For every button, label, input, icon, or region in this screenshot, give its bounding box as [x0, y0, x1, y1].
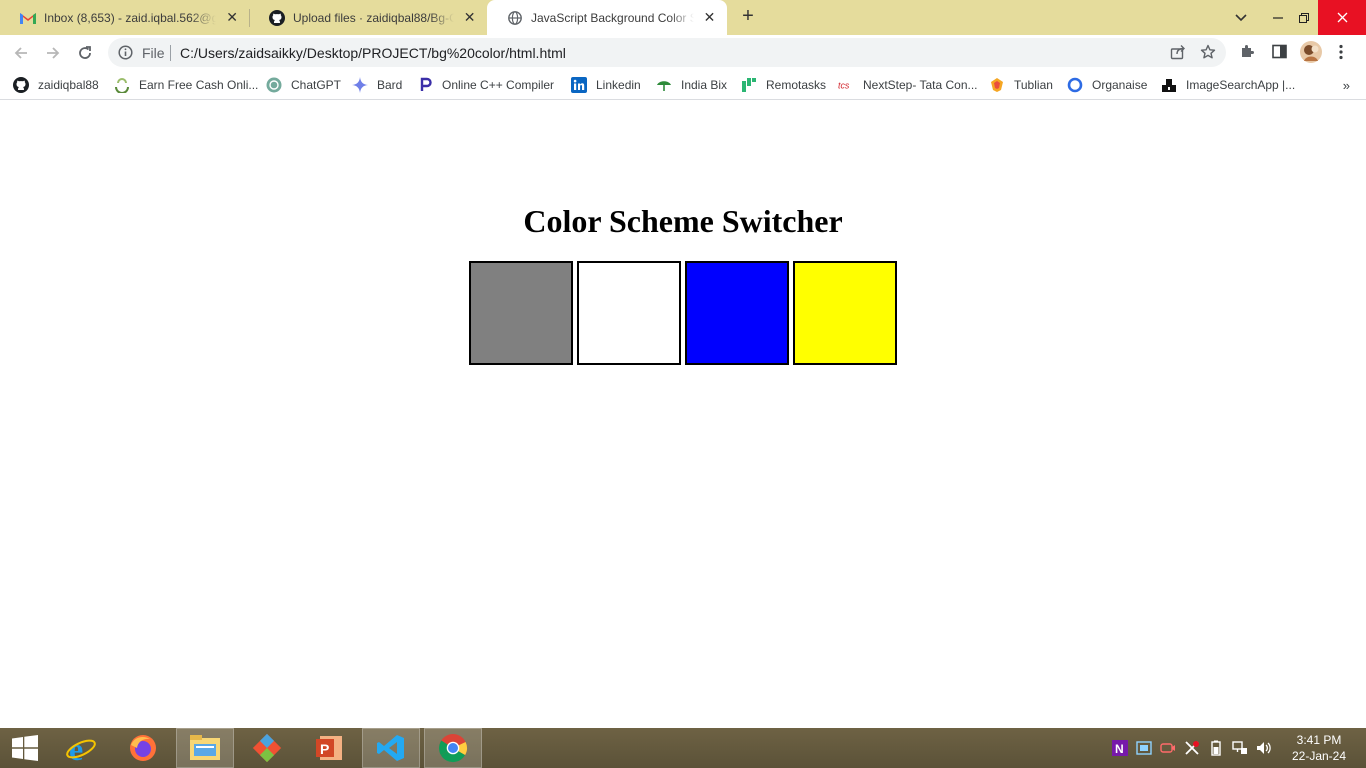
browser-toolbar: File C:/Users/zaidsaikky/Desktop/PROJECT… — [0, 35, 1366, 70]
indiabix-icon — [656, 77, 672, 93]
clock-date: 22-Jan-24 — [1291, 749, 1347, 763]
bookmark-online-cpp-compiler[interactable]: Online C++ Compiler — [417, 76, 554, 94]
page-title: Color Scheme Switcher — [523, 203, 843, 239]
new-tab-button[interactable]: + — [737, 6, 759, 28]
bookmark-earn-free-cash[interactable]: Earn Free Cash Onli... — [114, 76, 258, 94]
bookmark-chatgpt[interactable]: ChatGPT — [266, 76, 341, 94]
bard-icon — [352, 77, 368, 93]
remotasks-icon — [741, 77, 757, 93]
address-bar[interactable]: File C:/Users/zaidsaikky/Desktop/PROJECT… — [108, 38, 1226, 67]
bookmark-nextstep-tcs[interactable]: tcs NextStep- Tata Con... — [838, 76, 978, 94]
chrome-menu-icon[interactable] — [1338, 44, 1344, 65]
side-panel-icon[interactable] — [1271, 43, 1288, 65]
windows-taskbar: e P N 3:41 PM 22-Jan-24 — [0, 728, 1366, 768]
close-tab-icon[interactable]: ✕ — [702, 9, 717, 26]
bookmark-label: Bard — [377, 78, 403, 92]
internet-explorer-icon[interactable]: e — [52, 728, 110, 768]
powerpoint-icon[interactable]: P — [300, 728, 358, 768]
svg-text:N: N — [1115, 742, 1124, 756]
svg-text:P: P — [320, 741, 329, 757]
bookmark-remotasks[interactable]: Remotasks — [741, 76, 826, 94]
bookmark-label: NextStep- Tata Con... — [863, 78, 978, 92]
address-divider — [170, 45, 171, 61]
bookmarks-overflow-button[interactable]: » — [1343, 78, 1350, 93]
bookmark-bard[interactable]: Bard — [352, 76, 402, 94]
camera-icon[interactable] — [1159, 739, 1177, 757]
battery-icon[interactable] — [1207, 739, 1225, 757]
bookmark-label: Tublian — [1014, 78, 1053, 92]
gmail-icon — [20, 10, 36, 26]
globe-icon — [507, 10, 523, 26]
share-icon[interactable] — [1170, 44, 1186, 65]
tab-github-upload[interactable]: Upload files · zaidiqbal88/Bg-Color ✕ — [249, 0, 487, 35]
svg-text:tcs: tcs — [838, 81, 850, 91]
back-arrow-icon[interactable] — [8, 40, 34, 66]
github-icon — [269, 9, 285, 26]
tab-gmail-inbox[interactable]: Inbox (8,653) - zaid.iqbal.562@gmail.com… — [0, 0, 250, 35]
profile-avatar[interactable] — [1300, 41, 1322, 68]
bookmark-linkedin[interactable]: Linkedin — [571, 76, 641, 94]
close-window-icon[interactable] — [1318, 0, 1366, 35]
network-icon[interactable] — [1231, 739, 1249, 757]
close-tab-icon[interactable]: ✕ — [224, 9, 240, 26]
linkedin-icon — [571, 77, 587, 93]
scheme-label: File — [142, 45, 165, 61]
url-text[interactable]: C:/Users/zaidsaikky/Desktop/PROJECT/bg%2… — [180, 45, 566, 61]
minimize-icon[interactable] — [1266, 0, 1290, 35]
firefox-icon[interactable] — [114, 728, 172, 768]
bookmark-organaise[interactable]: Organaise — [1067, 76, 1147, 94]
git-icon[interactable] — [238, 728, 296, 768]
compiler-icon — [417, 77, 433, 93]
tcs-icon: tcs — [838, 77, 854, 93]
keyboard-language-icon[interactable] — [1135, 739, 1153, 757]
bookmark-label: ImageSearchApp |... — [1186, 78, 1296, 92]
cash-icon — [114, 77, 130, 93]
bookmark-label: Online C++ Compiler — [442, 78, 555, 92]
windows-start-icon[interactable] — [0, 728, 50, 768]
taskbar-clock[interactable]: 3:41 PM 22-Jan-24 — [1282, 732, 1356, 764]
bookmark-star-icon[interactable] — [1200, 44, 1216, 65]
bookmark-india-bix[interactable]: India Bix — [656, 76, 727, 94]
organaise-icon — [1067, 77, 1083, 93]
bookmark-zaidiqbal88[interactable]: zaidiqbal88 — [13, 76, 99, 94]
bookmark-label: Earn Free Cash Onli... — [139, 78, 259, 92]
tublian-icon — [989, 77, 1005, 93]
bookmark-label: zaidiqbal88 — [38, 78, 99, 92]
onenote-icon[interactable]: N — [1111, 739, 1129, 757]
tab-js-color-switcher[interactable]: JavaScript Background Color Switcher ✕ — [487, 0, 727, 35]
swatch-yellow[interactable] — [793, 261, 897, 365]
reload-icon[interactable] — [72, 40, 98, 66]
bookmark-imagesearchapp[interactable]: ImageSearchApp |... — [1161, 76, 1295, 94]
github-icon — [13, 77, 29, 93]
swatch-white[interactable] — [577, 261, 681, 365]
tab-title: Upload files · zaidiqbal88/Bg-Color — [293, 10, 455, 25]
info-icon[interactable] — [118, 45, 133, 65]
swatch-grey[interactable] — [469, 261, 573, 365]
forward-arrow-icon[interactable] — [40, 40, 66, 66]
tab-strip: Inbox (8,653) - zaid.iqbal.562@gmail.com… — [0, 0, 1366, 35]
swatch-blue[interactable] — [685, 261, 789, 365]
close-tab-icon[interactable]: ✕ — [462, 9, 477, 26]
vscode-icon[interactable] — [362, 728, 420, 768]
volume-icon[interactable] — [1255, 739, 1273, 757]
tab-title: Inbox (8,653) - zaid.iqbal.562@gmail.com — [44, 10, 217, 25]
bookmark-label: Linkedin — [596, 78, 641, 92]
bookmark-label: ChatGPT — [291, 78, 342, 92]
bookmark-label: India Bix — [681, 78, 728, 92]
clock-time: 3:41 PM — [1296, 733, 1342, 747]
bookmarks-bar: zaidiqbal88 Earn Free Cash Onli... ChatG… — [0, 70, 1366, 100]
color-swatch-row — [469, 261, 901, 365]
file-explorer-icon[interactable] — [176, 728, 234, 768]
tab-search-chevron-icon[interactable] — [1227, 0, 1255, 35]
bookmark-label: Organaise — [1092, 78, 1148, 92]
bookmark-label: Remotasks — [766, 78, 827, 92]
extensions-puzzle-icon[interactable] — [1239, 43, 1256, 65]
chrome-icon[interactable] — [424, 728, 482, 768]
bookmark-tublian[interactable]: Tublian — [989, 76, 1053, 94]
tab-title: JavaScript Background Color Switcher — [531, 10, 695, 25]
chatgpt-icon — [266, 77, 282, 93]
imagesearch-icon — [1161, 77, 1177, 93]
security-alert-icon[interactable] — [1183, 739, 1201, 757]
restore-icon[interactable] — [1292, 0, 1316, 35]
